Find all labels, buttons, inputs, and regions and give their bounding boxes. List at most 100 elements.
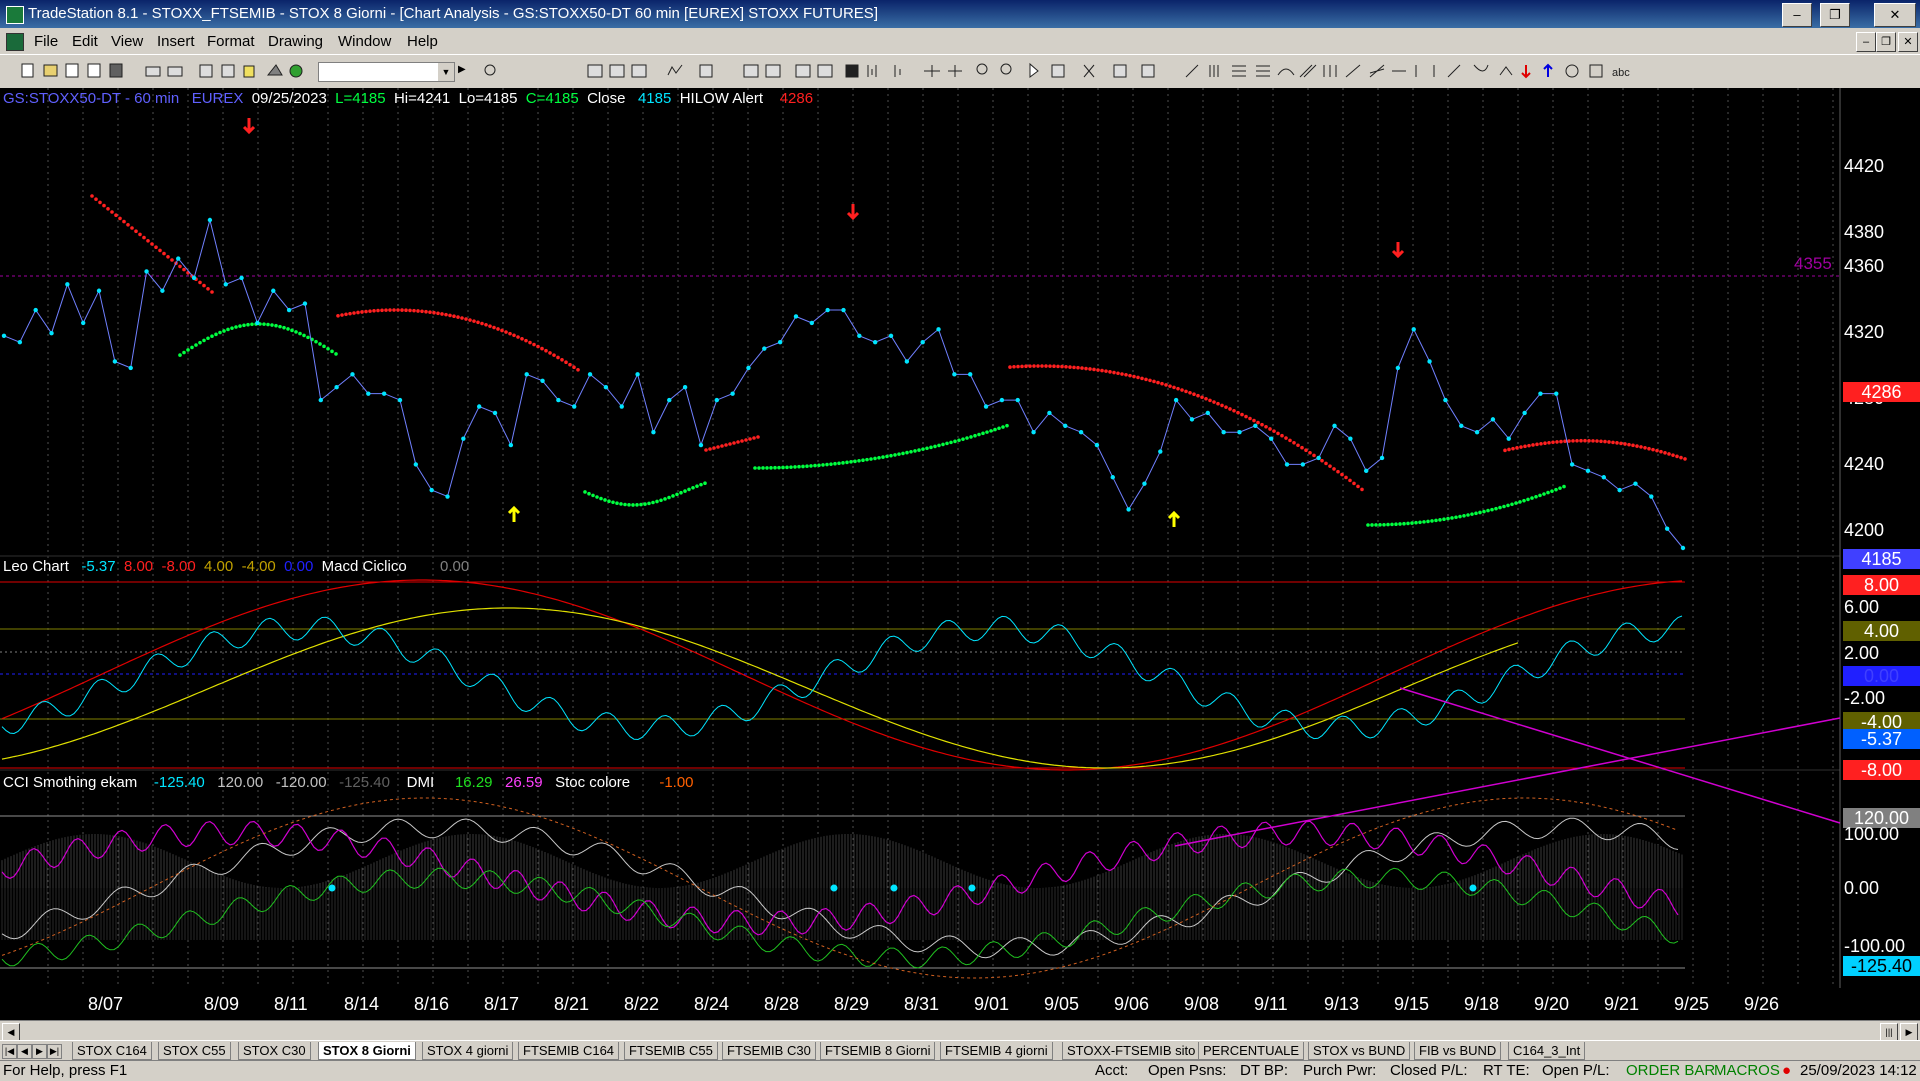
paste-icon[interactable] bbox=[221, 64, 235, 78]
tab-ftsemib-c55[interactable]: FTSEMIB C55 bbox=[624, 1042, 718, 1060]
new-workspace-icon[interactable] bbox=[65, 63, 79, 78]
print-icon[interactable] bbox=[167, 66, 183, 77]
menu-file[interactable]: File bbox=[34, 33, 58, 50]
chevron-down-icon[interactable]: ▼ bbox=[438, 63, 454, 81]
menu-view[interactable]: View bbox=[111, 33, 143, 50]
sell-arrow-icon[interactable] bbox=[1521, 65, 1531, 79]
zoom-icon[interactable] bbox=[484, 64, 496, 76]
menu-edit[interactable]: Edit bbox=[72, 33, 98, 50]
close-button[interactable]: ✕ bbox=[1874, 3, 1916, 27]
tab-ftsemib-4-giorni[interactable]: FTSEMIB 4 giorni bbox=[940, 1042, 1053, 1060]
order-bar-button[interactable]: ORDER BAR bbox=[1626, 1062, 1715, 1079]
ohlc-bars-icon[interactable] bbox=[867, 65, 877, 77]
angle-icon[interactable] bbox=[1345, 64, 1361, 78]
tab-stox-8-giorni[interactable]: STOX 8 Giorni bbox=[318, 1042, 416, 1060]
down-curve-dot bbox=[1020, 364, 1024, 369]
zoom-in-icon[interactable] bbox=[976, 63, 988, 75]
drawing-object-icon[interactable] bbox=[1051, 64, 1065, 78]
menu-format[interactable]: Format bbox=[207, 33, 255, 50]
arrow-right-icon[interactable]: ▶ bbox=[458, 64, 472, 78]
brush-icon[interactable] bbox=[266, 64, 283, 76]
chart-window[interactable]: GS:STOXX50-DT - 60 min EUREX 09/25/2023 … bbox=[0, 88, 1920, 1020]
grid-icon[interactable] bbox=[631, 64, 647, 78]
buy-arrow-icon[interactable] bbox=[1543, 63, 1553, 77]
mdi-close-button[interactable]: ✕ bbox=[1898, 32, 1918, 52]
save-icon[interactable] bbox=[109, 63, 123, 78]
move-icon[interactable] bbox=[924, 65, 940, 77]
restore-button[interactable]: ❐ bbox=[1820, 3, 1850, 27]
rectangle-icon[interactable] bbox=[1589, 64, 1603, 78]
zoom-out-icon[interactable] bbox=[1000, 63, 1012, 75]
mdi-restore-button[interactable]: ❐ bbox=[1876, 32, 1896, 52]
gann-fan-icon[interactable] bbox=[1369, 64, 1385, 78]
trendline-icon[interactable] bbox=[1185, 64, 1199, 78]
tab-c164-3-int[interactable]: C164_3_Int bbox=[1508, 1042, 1586, 1060]
speed-line-icon[interactable] bbox=[1473, 64, 1489, 72]
disabled-icon[interactable] bbox=[1141, 64, 1155, 78]
bar-chart-icon[interactable] bbox=[667, 64, 683, 76]
copy-icon[interactable] bbox=[87, 63, 101, 78]
mdi-minimize-button[interactable]: – bbox=[1856, 32, 1876, 52]
tab-stox-c164[interactable]: STOX C164 bbox=[72, 1042, 152, 1060]
candlestick-icon[interactable] bbox=[894, 65, 901, 77]
tab-stoxx-ftsemib-sito[interactable]: STOXX-FTSEMIB sito bbox=[1062, 1042, 1201, 1060]
fibonacci-icon[interactable] bbox=[1256, 65, 1270, 77]
vertical-lines-icon[interactable] bbox=[1209, 65, 1219, 77]
pointer-icon[interactable] bbox=[1029, 62, 1039, 78]
insert-study-icon[interactable] bbox=[743, 64, 759, 78]
scroll-right-icon[interactable]: ▶ bbox=[1900, 1023, 1918, 1041]
tools-icon[interactable] bbox=[1083, 64, 1095, 78]
tab-fib-vs-bund[interactable]: FIB vs BUND bbox=[1414, 1042, 1502, 1060]
ellipse-icon[interactable] bbox=[1565, 64, 1579, 78]
menu-insert[interactable]: Insert bbox=[157, 33, 195, 50]
data-window-icon[interactable] bbox=[609, 64, 625, 78]
tab-ftsemib-c30[interactable]: FTSEMIB C30 bbox=[722, 1042, 816, 1060]
insert-object-icon[interactable] bbox=[289, 64, 303, 78]
tab-stox-4-giorni[interactable]: STOX 4 giorni bbox=[422, 1042, 514, 1060]
alert-icon[interactable] bbox=[1113, 64, 1127, 78]
tab-ftsemib-c164[interactable]: FTSEMIB C164 bbox=[518, 1042, 620, 1060]
pitchfork-icon[interactable] bbox=[1499, 66, 1513, 76]
up-curve-dot bbox=[833, 461, 837, 466]
macros-button[interactable]: MACROS bbox=[1714, 1062, 1780, 1079]
tab-prev-icon[interactable]: ◀ bbox=[17, 1044, 32, 1059]
tab-stox-c30[interactable]: STOX C30 bbox=[238, 1042, 311, 1060]
scroll-thumb[interactable]: ||| bbox=[1880, 1023, 1898, 1041]
up-curve-dot bbox=[797, 464, 801, 469]
tab-last-icon[interactable]: ▶| bbox=[47, 1044, 62, 1059]
menu-drawing[interactable]: Drawing bbox=[268, 33, 323, 50]
text-tool-icon[interactable]: abc bbox=[1612, 67, 1630, 79]
format-icon[interactable] bbox=[699, 64, 713, 78]
horizontal-scrollbar[interactable]: ◀ ||| ▶ bbox=[0, 1020, 1920, 1041]
chart-type-icon[interactable] bbox=[587, 64, 603, 78]
scanner-icon[interactable] bbox=[795, 64, 811, 78]
arc-icon[interactable] bbox=[1277, 68, 1295, 76]
tab-first-icon[interactable]: |◀ bbox=[2, 1044, 17, 1059]
price-point bbox=[603, 385, 609, 390]
tab-ftsemib-8-giorni[interactable]: FTSEMIB 8 Giorni bbox=[820, 1042, 936, 1060]
lock-icon[interactable] bbox=[243, 65, 255, 78]
chart-window-icon[interactable] bbox=[6, 33, 24, 51]
channel-icon[interactable] bbox=[1299, 64, 1317, 78]
space-icon[interactable] bbox=[948, 65, 962, 77]
menu-help[interactable]: Help bbox=[407, 33, 438, 50]
insert-strategy-icon[interactable] bbox=[765, 64, 781, 78]
tab-next-icon[interactable]: ▶ bbox=[32, 1044, 47, 1059]
radarscreen-icon[interactable] bbox=[817, 64, 833, 78]
time-zones-icon[interactable] bbox=[1323, 65, 1337, 77]
scroll-left-icon[interactable]: ◀ bbox=[2, 1023, 20, 1041]
tab-percentuale[interactable]: PERCENTUALE bbox=[1198, 1042, 1305, 1060]
menu-window[interactable]: Window bbox=[338, 33, 391, 50]
minimize-button[interactable]: – bbox=[1782, 3, 1812, 27]
symbol-combo[interactable]: ▼ bbox=[318, 62, 455, 82]
chart-canvas[interactable] bbox=[0, 88, 1920, 1020]
tab-stox-vs-bund[interactable]: STOX vs BUND bbox=[1308, 1042, 1411, 1060]
new-icon[interactable] bbox=[21, 63, 34, 78]
line-icon[interactable] bbox=[1447, 64, 1461, 78]
print-preview-icon[interactable] bbox=[145, 66, 161, 77]
open-icon[interactable] bbox=[43, 64, 58, 77]
cut-icon[interactable] bbox=[199, 64, 213, 78]
horizontal-lines-icon[interactable] bbox=[1232, 65, 1246, 77]
tab-stox-c55[interactable]: STOX C55 bbox=[158, 1042, 231, 1060]
matrix-icon[interactable] bbox=[845, 64, 859, 78]
